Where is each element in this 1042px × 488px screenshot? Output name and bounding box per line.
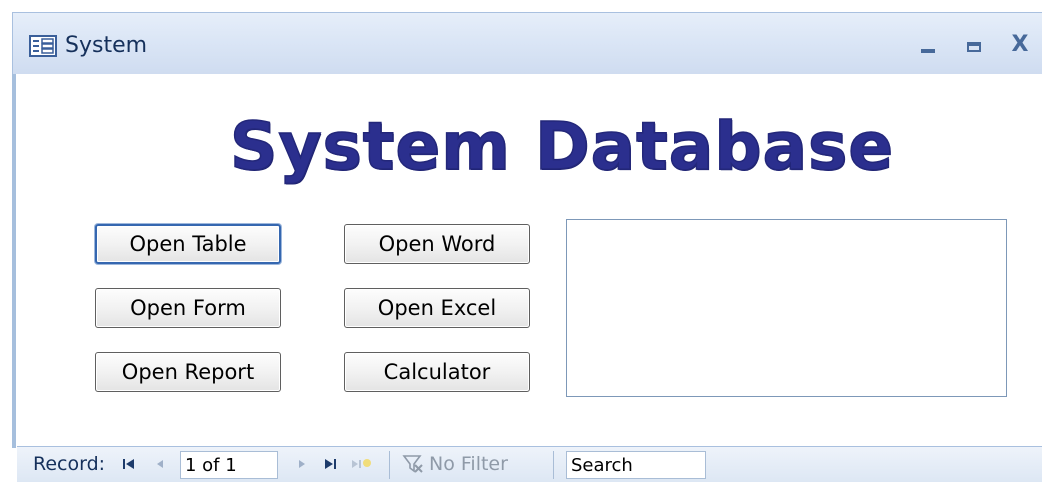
first-record-icon[interactable] xyxy=(120,454,138,474)
open-form-button[interactable]: Open Form xyxy=(95,288,281,328)
open-table-button[interactable]: Open Table xyxy=(95,224,281,264)
toolbar-separator xyxy=(389,451,390,479)
unbound-display-box[interactable] xyxy=(566,219,1007,397)
close-icon: X xyxy=(1011,31,1029,57)
open-report-button[interactable]: Open Report xyxy=(95,352,281,392)
form-left-border xyxy=(12,72,16,448)
filter-icon[interactable] xyxy=(401,453,425,475)
calculator-button[interactable]: Calculator xyxy=(344,352,530,392)
minimize-icon xyxy=(921,49,935,53)
record-navigation-bar: Record: No Filter xyxy=(17,446,1042,482)
form-icon xyxy=(29,35,57,57)
next-record-icon[interactable] xyxy=(295,454,309,474)
new-record-icon[interactable] xyxy=(350,454,374,474)
maximize-icon xyxy=(967,42,981,52)
filter-status-label[interactable]: No Filter xyxy=(429,453,508,475)
window-title: System xyxy=(65,33,148,58)
open-excel-button[interactable]: Open Excel xyxy=(344,288,530,328)
record-label: Record: xyxy=(33,453,106,475)
previous-record-icon[interactable] xyxy=(153,454,167,474)
last-record-icon[interactable] xyxy=(321,454,339,474)
current-record-field[interactable] xyxy=(180,451,278,479)
toolbar-separator xyxy=(553,451,554,479)
maximize-button[interactable] xyxy=(957,27,991,61)
minimize-button[interactable] xyxy=(911,27,945,61)
window-bottom-edge xyxy=(0,482,1042,488)
access-form-window: System X System Database Open Table Open… xyxy=(0,0,1042,488)
form-heading: System Database xyxy=(229,107,895,186)
form-body: System Database Open Table Open Form Ope… xyxy=(17,74,1042,446)
open-word-button[interactable]: Open Word xyxy=(344,224,530,264)
title-bar[interactable]: System X xyxy=(12,12,1042,74)
close-button[interactable]: X xyxy=(1003,27,1037,61)
search-input[interactable] xyxy=(566,451,706,479)
